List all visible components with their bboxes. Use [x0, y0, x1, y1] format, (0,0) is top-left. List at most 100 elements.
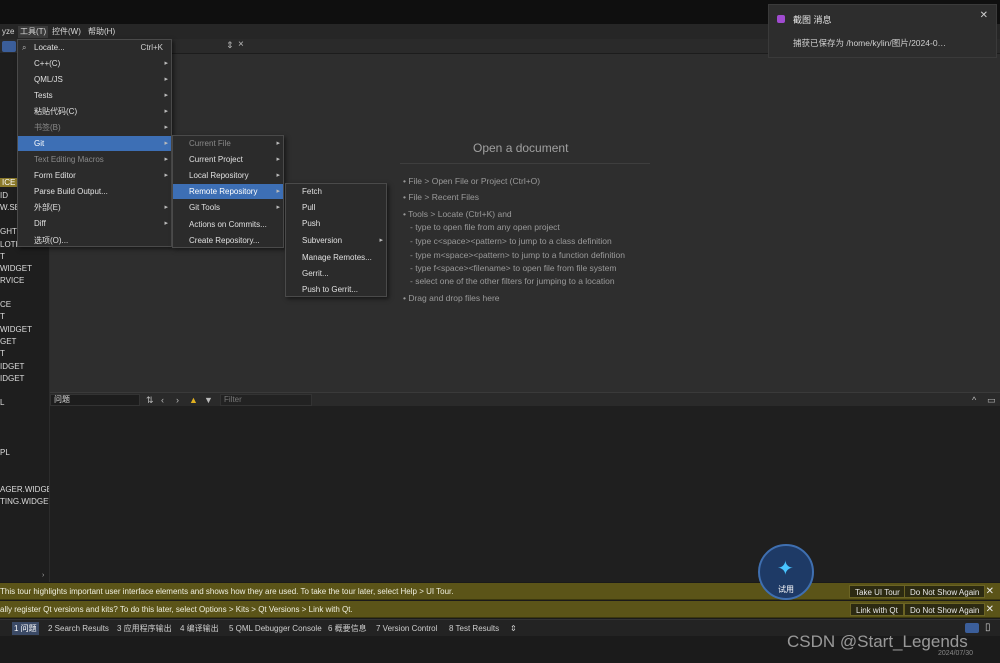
menu-item-qmljs[interactable]: QML/JS ▸ — [18, 72, 171, 87]
menu-item-gerrit[interactable]: Gerrit... — [286, 266, 386, 281]
maximize-icon[interactable]: ^ — [972, 394, 976, 406]
list-item[interactable]: PL — [0, 448, 10, 457]
list-item[interactable]: ID — [0, 191, 8, 200]
menu-item-manage-remotes[interactable]: Manage Remotes... — [286, 250, 386, 265]
list-item[interactable]: TING.WIDGET — [0, 497, 49, 506]
issues-combo[interactable]: 问题 — [50, 394, 140, 406]
submenu-arrow-icon: ▸ — [164, 92, 168, 99]
menu-item-push-to-gerrit[interactable]: Push to Gerrit... — [286, 282, 386, 297]
menu-item-diff[interactable]: Diff ▸ — [18, 216, 171, 231]
pane-tab-issues[interactable]: 1 问题 — [12, 622, 39, 635]
menu-item-push[interactable]: Push — [286, 216, 386, 231]
menu-help[interactable]: 帮助(H) — [86, 26, 117, 38]
scroll-right-icon[interactable]: › — [42, 572, 44, 579]
menu-item-label: Create Repository... — [189, 236, 260, 245]
take-tour-button[interactable]: Take UI Tour — [849, 585, 906, 598]
link-with-qt-button[interactable]: Link with Qt — [850, 603, 904, 616]
close-editor-icon[interactable]: × — [238, 39, 244, 50]
tip-line: • File > Open File or Project (Ctrl+O) — [403, 176, 541, 186]
list-item[interactable]: T — [0, 312, 5, 321]
menu-tools[interactable]: 工具(T) — [18, 26, 49, 38]
close-icon[interactable]: ✕ — [986, 601, 994, 618]
menu-item-label: 书签(B) — [34, 123, 61, 132]
updown-icon[interactable]: ⇕ — [226, 40, 234, 51]
menu-item-fetch[interactable]: Fetch — [286, 184, 386, 199]
list-item[interactable]: ICE — [0, 178, 18, 187]
pane-tab-qml-debugger[interactable]: 5 QML Debugger Console — [227, 622, 324, 635]
pane-tab-overview[interactable]: 6 概要信息 — [326, 622, 369, 635]
menu-item-label: Text Editing Macros — [34, 155, 104, 164]
menu-item-git[interactable]: Git ▸ — [18, 136, 171, 151]
tour-dismiss-button[interactable]: Do Not Show Again — [904, 585, 986, 598]
menu-controls[interactable]: 控件(W) — [50, 26, 83, 38]
submenu-arrow-icon: ▸ — [164, 220, 168, 227]
chat-assistant-widget[interactable]: ✦ 试用 — [758, 544, 814, 600]
list-item[interactable]: WIDGET — [0, 325, 32, 334]
menu-item-label: QML/JS — [34, 75, 63, 84]
menu-item-actions-on-commits[interactable]: Actions on Commits... — [173, 217, 283, 232]
menu-item-bookmarks[interactable]: 书签(B) ▸ — [18, 120, 171, 135]
menu-item-form-editor[interactable]: Form Editor ▸ — [18, 168, 171, 183]
menu-item-macros[interactable]: Text Editing Macros ▸ — [18, 152, 171, 167]
close-icon[interactable]: ✕ — [986, 583, 994, 600]
sort-icon[interactable]: ⇅ — [146, 394, 154, 406]
menu-item-label: 外部(E) — [34, 203, 61, 212]
list-item[interactable]: IDGET — [0, 374, 24, 383]
menu-item-paste[interactable]: 粘贴代码(C) ▸ — [18, 104, 171, 119]
chat-widget-label: 试用 — [778, 585, 794, 594]
list-item[interactable]: CE — [0, 300, 11, 309]
pane-tab-compile-output[interactable]: 4 编译输出 — [178, 622, 221, 635]
menu-item-pull[interactable]: Pull — [286, 200, 386, 215]
menu-item-label: Push — [302, 219, 321, 228]
issues-filter-input[interactable]: Filter — [220, 394, 312, 406]
notification: 截图 消息 捕获已保存为 /home/kylin/图片/2024-0… ✕ — [768, 4, 997, 58]
menu-item-cpp[interactable]: C++(C) ▸ — [18, 56, 171, 71]
menu-item-locate[interactable]: ⌕ Locate... Ctrl+K — [18, 40, 171, 55]
pane-tab-app-output[interactable]: 3 应用程序输出 — [115, 622, 174, 635]
menu-item-tests[interactable]: Tests ▸ — [18, 88, 171, 103]
menu-item-parse-build[interactable]: Parse Build Output... — [18, 184, 171, 199]
menu-item-external[interactable]: 外部(E) ▸ — [18, 200, 171, 215]
menu-item-subversion[interactable]: Subversion ▸ — [286, 233, 386, 248]
filter-icon[interactable]: ▼ — [204, 394, 213, 406]
toolbar-toggle-icon[interactable] — [2, 41, 16, 52]
pane-tab-version-control[interactable]: 7 Version Control — [374, 622, 439, 635]
list-item[interactable]: L — [0, 398, 4, 407]
menu-analyze[interactable]: yze — [0, 26, 16, 38]
list-item[interactable]: WIDGET — [0, 264, 32, 273]
tour-banner-text: This tour highlights important user inte… — [0, 587, 454, 596]
tip-line: - type f<space><filename> to open file f… — [410, 263, 617, 273]
submenu-arrow-icon: ▸ — [164, 76, 168, 83]
list-item[interactable]: T — [0, 349, 5, 358]
list-item[interactable]: IDGET — [0, 362, 24, 371]
menu-item-label: Current Project — [189, 155, 243, 164]
menu-item-local-repo[interactable]: Local Repository ▸ — [173, 168, 283, 183]
list-item[interactable]: T — [0, 252, 5, 261]
tip-line: • Drag and drop files here — [403, 293, 500, 303]
menu-item-create-repo[interactable]: Create Repository... — [173, 233, 283, 248]
menu-item-current-file[interactable]: Current File ▸ — [173, 136, 283, 151]
layout-icon[interactable]: ▯ — [985, 622, 991, 633]
submenu-arrow-icon: ▸ — [164, 204, 168, 211]
pane-tab-test-results[interactable]: 8 Test Results — [447, 622, 501, 635]
next-icon[interactable]: › — [176, 394, 179, 406]
list-item[interactable]: GHT — [0, 227, 17, 236]
menu-item-label: Fetch — [302, 187, 323, 196]
warning-icon[interactable]: ▲ — [189, 394, 198, 406]
close-icon[interactable]: ✕ — [980, 10, 988, 21]
menu-item-options[interactable]: 选项(O)... — [18, 233, 171, 248]
qt-dismiss-button[interactable]: Do Not Show Again — [904, 603, 986, 616]
panel-icon[interactable]: ▭ — [987, 394, 996, 406]
menu-item-remote-repo[interactable]: Remote Repository ▸ — [173, 184, 283, 199]
submenu-arrow-icon: ▸ — [164, 140, 168, 147]
list-item[interactable]: GET — [0, 337, 16, 346]
prev-icon[interactable]: ‹ — [161, 394, 164, 406]
pane-tab-search[interactable]: 2 Search Results — [46, 622, 111, 635]
tip-line: • Tools > Locate (Ctrl+K) and — [403, 209, 512, 219]
list-item[interactable]: AGER.WIDGET — [0, 485, 49, 494]
updown-icon[interactable]: ⇕ — [508, 622, 519, 635]
menu-item-git-tools[interactable]: Git Tools ▸ — [173, 200, 283, 215]
menu-item-current-project[interactable]: Current Project ▸ — [173, 152, 283, 167]
list-item[interactable]: RVICE — [0, 276, 24, 285]
bird-icon: ✦ — [777, 558, 794, 580]
